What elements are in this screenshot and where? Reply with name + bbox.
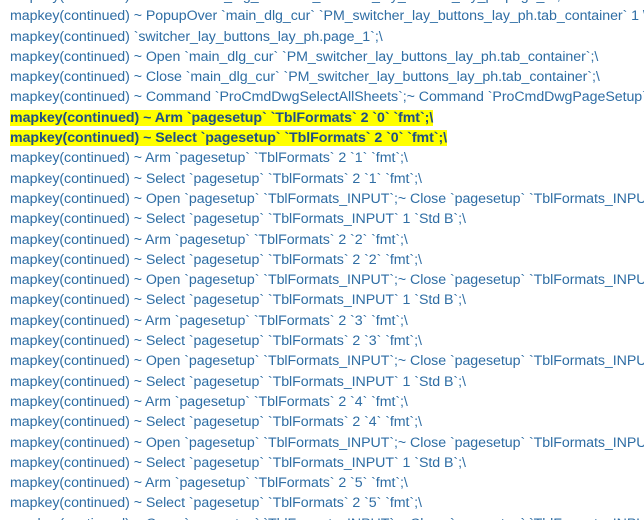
mapkey-line-text: mapkey(continued) ~ Arm `pagesetup` `Tbl… (10, 475, 408, 492)
mapkey-line-text: mapkey(continued) ~ Select `pagesetup` `… (10, 292, 466, 309)
mapkey-line-text: mapkey(continued) ~ Open `pagesetup` `Tb… (10, 353, 644, 370)
mapkey-line-text: mapkey(continued) ~ Command `ProCmdDwgSe… (10, 89, 644, 106)
mapkey-line-text: mapkey(continued) ~ Close `main_dlg_cur`… (10, 69, 600, 86)
mapkey-line[interactable]: mapkey(continued) ~ Select `pagesetup` `… (10, 372, 466, 392)
mapkey-line-text: mapkey(continued) ~ Select `main_dlg_cur… (10, 0, 565, 4)
mapkey-line[interactable]: mapkey(continued) `switcher_lay_buttons_… (10, 27, 383, 47)
mapkey-line-text: mapkey(continued) ~ Select `pagesetup` `… (10, 251, 422, 268)
mapkey-line[interactable]: mapkey(continued) ~ Arm `pagesetup` `Tbl… (10, 108, 433, 128)
mapkey-listing-viewport[interactable]: mapkey(continued) ~ Select `main_dlg_cur… (0, 0, 644, 520)
mapkey-line-text: mapkey(continued) ~ Arm `pagesetup` `Tbl… (10, 312, 408, 329)
mapkey-line-text: mapkey(continued) ~ Arm `pagesetup` `Tbl… (10, 150, 408, 167)
mapkey-line-text: mapkey(continued) ~ Select `pagesetup` `… (10, 211, 466, 228)
mapkey-line-text: mapkey(continued) ~ Open `pagesetup` `Tb… (10, 516, 644, 520)
mapkey-line-text: mapkey(continued) ~ Open `main_dlg_cur` … (10, 48, 599, 65)
mapkey-line[interactable]: mapkey(continued) ~ Select `pagesetup` `… (10, 290, 466, 310)
mapkey-line-text: mapkey(continued) `switcher_lay_buttons_… (10, 28, 383, 45)
mapkey-line[interactable]: mapkey(continued) ~ Close `main_dlg_cur`… (10, 67, 600, 87)
mapkey-line[interactable]: mapkey(continued) ~ Arm `pagesetup` `Tbl… (10, 311, 408, 331)
mapkey-line[interactable]: mapkey(continued) ~ Open `pagesetup` `Tb… (10, 189, 644, 209)
mapkey-line-text: mapkey(continued) ~ Arm `pagesetup` `Tbl… (10, 231, 408, 248)
mapkey-line[interactable]: mapkey(continued) ~ PopupOver `main_dlg_… (10, 6, 644, 26)
mapkey-line-text: mapkey(continued) ~ Select `pagesetup` `… (10, 414, 422, 431)
mapkey-line[interactable]: mapkey(continued) ~ Open `main_dlg_cur` … (10, 47, 598, 67)
mapkey-line[interactable]: mapkey(continued) ~ Select `pagesetup` `… (10, 493, 422, 513)
mapkey-line[interactable]: mapkey(continued) ~ Command `ProCmdDwgSe… (10, 87, 644, 107)
mapkey-line[interactable]: mapkey(continued) ~ Select `pagesetup` `… (10, 128, 447, 148)
mapkey-line-text: mapkey(continued) ~ Select `pagesetup` `… (10, 373, 466, 390)
mapkey-line[interactable]: mapkey(continued) ~ Arm `pagesetup` `Tbl… (10, 473, 408, 493)
mapkey-line-text: mapkey(continued) ~ Select `pagesetup` `… (10, 333, 422, 350)
mapkey-line-text: mapkey(continued) ~ Select `pagesetup` `… (10, 130, 448, 147)
mapkey-line-text: mapkey(continued) ~ PopupOver `main_dlg_… (10, 8, 644, 25)
mapkey-line-text: mapkey(continued) ~ Select `pagesetup` `… (10, 454, 466, 471)
mapkey-line-text: mapkey(continued) ~ Select `pagesetup` `… (10, 495, 422, 512)
mapkey-line[interactable]: mapkey(continued) ~ Arm `pagesetup` `Tbl… (10, 148, 408, 168)
mapkey-line[interactable]: mapkey(continued) ~ Select `pagesetup` `… (10, 209, 466, 229)
mapkey-line[interactable]: mapkey(continued) ~ Select `pagesetup` `… (10, 412, 422, 432)
mapkey-line[interactable]: mapkey(continued) ~ Select `pagesetup` `… (10, 331, 422, 351)
mapkey-line[interactable]: mapkey(continued) ~ Arm `pagesetup` `Tbl… (10, 230, 408, 250)
mapkey-line[interactable]: mapkey(continued) ~ Arm `pagesetup` `Tbl… (10, 392, 408, 412)
mapkey-line[interactable]: mapkey(continued) ~ Open `pagesetup` `Tb… (10, 351, 644, 371)
mapkey-line-text: mapkey(continued) ~ Open `pagesetup` `Tb… (10, 190, 644, 207)
mapkey-line-text: mapkey(continued) ~ Select `pagesetup` `… (10, 170, 422, 187)
mapkey-code-lines[interactable]: mapkey(continued) ~ Select `main_dlg_cur… (0, 0, 644, 520)
mapkey-line-text: mapkey(continued) ~ Open `pagesetup` `Tb… (10, 434, 644, 451)
mapkey-line[interactable]: mapkey(continued) ~ Select `pagesetup` `… (10, 250, 422, 270)
mapkey-line[interactable]: mapkey(continued) ~ Open `pagesetup` `Tb… (10, 433, 644, 453)
mapkey-line-text: mapkey(continued) ~ Arm `pagesetup` `Tbl… (10, 393, 408, 410)
mapkey-line[interactable]: mapkey(continued) ~ Open `pagesetup` `Tb… (10, 514, 644, 520)
mapkey-line-text: mapkey(continued) ~ Open `pagesetup` `Tb… (10, 272, 644, 289)
mapkey-line[interactable]: mapkey(continued) ~ Open `pagesetup` `Tb… (10, 270, 644, 290)
mapkey-line-text: mapkey(continued) ~ Arm `pagesetup` `Tbl… (10, 109, 434, 126)
mapkey-line[interactable]: mapkey(continued) ~ Select `pagesetup` `… (10, 453, 466, 473)
mapkey-line[interactable]: mapkey(continued) ~ Select `pagesetup` `… (10, 169, 422, 189)
